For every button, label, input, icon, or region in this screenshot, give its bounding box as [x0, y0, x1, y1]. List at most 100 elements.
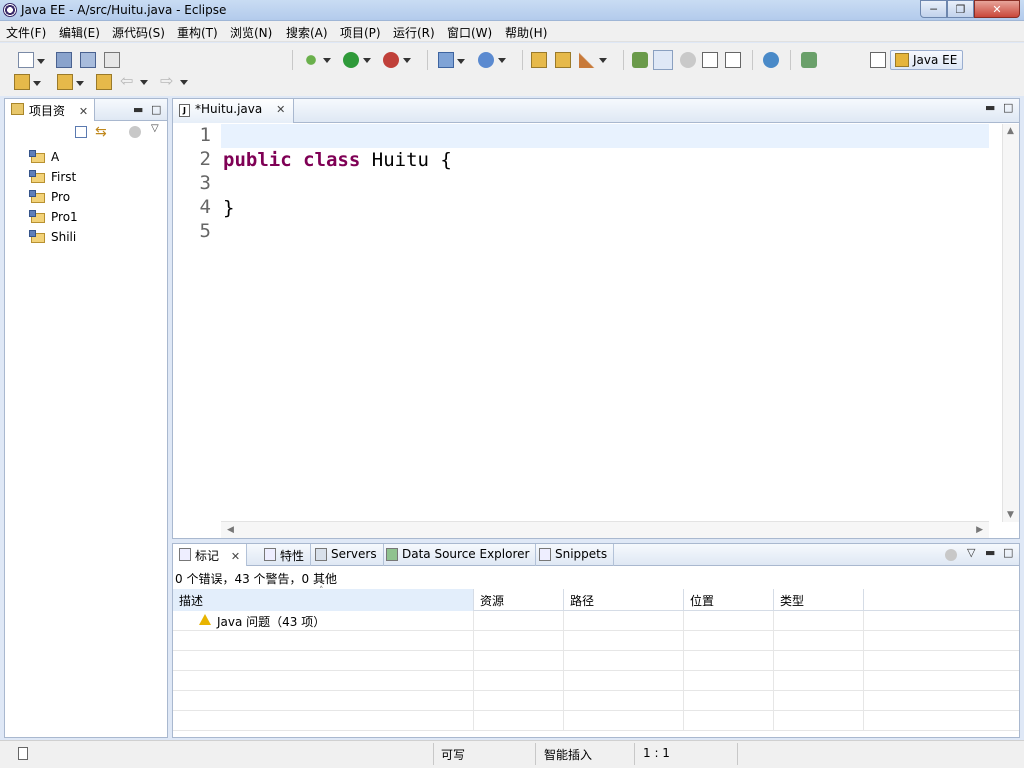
code-text-area[interactable]: public class Huitu { }	[221, 124, 989, 522]
column-label: 描述	[179, 594, 204, 608]
print-icon[interactable]	[104, 52, 120, 68]
mark-occurrences-icon[interactable]	[653, 50, 673, 70]
maximize-view-icon[interactable]: □	[1003, 546, 1013, 559]
scroll-right-icon[interactable]: ▶	[976, 525, 983, 535]
project-name: Pro	[51, 190, 71, 204]
menu-project[interactable]: 项目(P)	[340, 24, 381, 41]
view-menu-icon[interactable]: ▽	[151, 123, 159, 134]
search-icon[interactable]	[579, 52, 607, 68]
new-server-icon[interactable]	[438, 52, 465, 68]
tab-properties[interactable]: 特性	[258, 544, 312, 566]
maximize-button[interactable]: ❐	[947, 0, 974, 18]
status-writable: 可写	[441, 748, 466, 762]
perspective-java-ee-button[interactable]: Java EE	[890, 50, 963, 70]
java-ee-icon	[895, 53, 909, 67]
back-icon[interactable]: ⇦	[120, 73, 148, 90]
show-whitespace-icon[interactable]	[702, 52, 718, 68]
markers-icon	[179, 548, 191, 561]
code-line[interactable]: }	[223, 196, 234, 220]
save-all-icon[interactable]	[80, 52, 96, 68]
eclipse-logo-icon	[3, 3, 17, 17]
forward-icon[interactable]: ⇨	[160, 73, 188, 90]
run-on-server-icon[interactable]	[801, 52, 817, 68]
minimize-editor-icon[interactable]: ▬	[985, 101, 995, 114]
link-with-editor-icon[interactable]: ⇆	[95, 124, 107, 140]
close-tab-icon[interactable]: ✕	[231, 550, 240, 563]
status-bar: 可写 智能插入 1 : 1	[0, 740, 1024, 768]
menu-window[interactable]: 窗口(W)	[447, 24, 492, 41]
run-icon[interactable]	[343, 52, 371, 68]
debug-icon[interactable]	[303, 52, 331, 68]
paragraph-icon[interactable]	[725, 52, 741, 68]
maximize-view-icon[interactable]: □	[151, 103, 161, 116]
menu-edit[interactable]: 编辑(E)	[59, 24, 100, 41]
tab-huitu-java[interactable]: J *Huitu.java ✕	[173, 99, 295, 123]
fast-view-icon[interactable]	[18, 747, 28, 760]
minimize-view-icon[interactable]: ▬	[985, 546, 995, 559]
code-line[interactable]: public class Huitu {	[223, 148, 452, 172]
minimize-button[interactable]: ─	[920, 0, 947, 18]
row-path	[564, 611, 684, 631]
new-icon[interactable]	[18, 52, 45, 68]
close-tab-icon[interactable]: ✕	[79, 105, 88, 118]
maximize-editor-icon[interactable]: □	[1003, 101, 1013, 114]
toggle-breadcrumb-icon[interactable]	[632, 52, 648, 68]
tab-markers[interactable]: 标记 ✕	[173, 544, 248, 566]
column-header-resource[interactable]: 资源	[474, 589, 564, 611]
open-resource-icon[interactable]	[555, 52, 571, 68]
menu-source[interactable]: 源代码(S)	[112, 24, 165, 41]
previous-annotation-icon[interactable]	[57, 74, 84, 90]
scroll-up-icon[interactable]: ▲	[1007, 126, 1014, 136]
tree-item-project[interactable]: Shili	[29, 228, 76, 246]
new-java-class-icon[interactable]	[478, 52, 506, 68]
tab-snippets[interactable]: Snippets	[533, 544, 615, 566]
snippets-icon	[539, 548, 551, 561]
close-tab-icon[interactable]: ✕	[276, 103, 285, 116]
last-edit-location-icon[interactable]	[96, 74, 112, 90]
tree-item-project[interactable]: First	[29, 168, 76, 186]
column-header-description[interactable]: 描述 ˄	[173, 586, 474, 611]
perspective-label: Java EE	[913, 53, 958, 67]
tree-item-project[interactable]: A	[29, 148, 59, 166]
status-separator	[535, 743, 536, 765]
tab-data-source-explorer[interactable]: Data Source Explorer	[380, 544, 537, 566]
menu-file[interactable]: 文件(F)	[6, 24, 46, 41]
web-browser-icon[interactable]	[763, 52, 779, 68]
menu-navigate[interactable]: 浏览(N)	[230, 24, 272, 41]
external-tools-icon[interactable]	[383, 52, 411, 68]
save-icon[interactable]	[56, 52, 72, 68]
scroll-left-icon[interactable]: ◀	[227, 525, 234, 535]
filters-icon[interactable]	[129, 126, 141, 138]
open-perspective-icon[interactable]	[870, 52, 886, 68]
vertical-scrollbar[interactable]: ▲ ▼	[1002, 124, 1019, 522]
column-header-location[interactable]: 位置	[684, 589, 774, 611]
tab-project-explorer[interactable]: 项目资 ✕	[5, 99, 96, 121]
table-row[interactable]: Java 问题（43 项）	[173, 611, 1019, 631]
line-number: 3	[199, 172, 211, 194]
markers-panel: 标记 ✕ 特性 Servers Data Source Explorer Sni…	[172, 543, 1020, 738]
menu-refactor[interactable]: 重构(T)	[177, 24, 218, 41]
block-selection-icon[interactable]	[680, 52, 696, 68]
servers-icon	[315, 548, 327, 561]
filters-icon[interactable]	[945, 549, 957, 561]
collapse-all-icon[interactable]	[75, 126, 87, 138]
line-number-gutter: 1 2 3 4 5	[173, 124, 219, 522]
menu-run[interactable]: 运行(R)	[393, 24, 435, 41]
column-header-type[interactable]: 类型	[774, 589, 864, 611]
view-menu-icon[interactable]: ▽	[967, 546, 975, 559]
menu-search[interactable]: 搜索(A)	[286, 24, 328, 41]
column-header-path[interactable]: 路径	[564, 589, 684, 611]
data-source-icon	[386, 548, 398, 561]
horizontal-scrollbar[interactable]: ◀ ▶	[221, 521, 989, 538]
next-annotation-icon[interactable]	[14, 74, 41, 90]
open-type-icon[interactable]	[531, 52, 547, 68]
tab-servers[interactable]: Servers	[309, 544, 384, 566]
menu-help[interactable]: 帮助(H)	[505, 24, 547, 41]
scroll-down-icon[interactable]: ▼	[1007, 510, 1014, 520]
tree-item-project[interactable]: Pro1	[29, 208, 78, 226]
minimize-view-icon[interactable]: ▬	[133, 103, 143, 116]
main-toolbar: ⇦ ⇨ Java EE	[0, 43, 1024, 96]
close-button[interactable]: ✕	[974, 0, 1020, 18]
tree-item-project[interactable]: Pro	[29, 188, 70, 206]
bottom-tab-bar: 标记 ✕ 特性 Servers Data Source Explorer Sni…	[173, 544, 1019, 566]
